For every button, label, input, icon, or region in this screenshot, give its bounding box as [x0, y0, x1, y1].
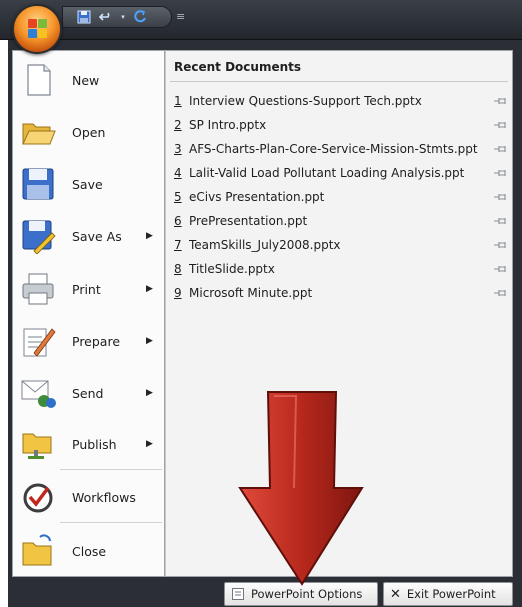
menu-item-open[interactable]: Open: [14, 108, 162, 156]
recent-document-number: 2: [174, 118, 182, 132]
recent-document-item[interactable]: 7 TeamSkills_July2008.pptx: [174, 234, 508, 256]
recent-document-number: 7: [174, 238, 182, 252]
prepare-icon: [23, 328, 56, 357]
recent-document-name: Lalit-Valid Load Pollutant Loading Analy…: [189, 166, 465, 180]
undo-dropdown-icon[interactable]: ▾: [119, 9, 127, 25]
options-label: PowerPoint Options: [251, 587, 363, 601]
recent-document-name: PrePresentation.ppt: [189, 214, 308, 228]
recent-document-item[interactable]: 8 TitleSlide.pptx: [174, 258, 508, 280]
menu-item-label: Workflows: [72, 489, 136, 505]
recent-document-number: 1: [174, 94, 182, 108]
save-icon[interactable]: [75, 9, 93, 25]
recent-document-number: 6: [174, 214, 182, 228]
recent-document-number: 9: [174, 286, 182, 300]
recent-document-name: AFS-Charts-Plan-Core-Service-Mission-Stm…: [189, 142, 478, 156]
menu-item-label: Send: [72, 385, 104, 401]
pin-icon[interactable]: [486, 120, 508, 130]
printer-icon: [22, 273, 54, 305]
recent-document-item[interactable]: 6 PrePresentation.ppt: [174, 210, 508, 232]
red-down-arrow-icon: [238, 391, 364, 586]
close-icon: ✕: [390, 586, 401, 602]
recent-document-item[interactable]: 4 Lalit-Valid Load Pollutant Loading Ana…: [174, 162, 508, 184]
recent-document-name: TitleSlide.pptx: [189, 262, 275, 276]
recent-document-name: eCivs Presentation.ppt: [189, 190, 325, 204]
submenu-arrow-icon: ▶: [146, 439, 153, 449]
new-document-icon: [27, 64, 51, 96]
recent-document-number: 5: [174, 190, 182, 204]
menu-item-save-as[interactable]: Save As ▶: [14, 212, 162, 260]
send-icon: [21, 380, 56, 408]
submenu-arrow-icon: ▶: [146, 231, 153, 241]
recent-document-item[interactable]: 1 Interview Questions-Support Tech.pptx: [174, 90, 508, 112]
menu-item-close[interactable]: Close: [14, 527, 162, 575]
pin-icon[interactable]: [486, 96, 508, 106]
quick-access-toolbar: ▾: [62, 6, 172, 28]
close-folder-icon: [22, 534, 52, 566]
recent-document-item[interactable]: 3 AFS-Charts-Plan-Core-Service-Mission-S…: [174, 138, 508, 160]
undo-icon[interactable]: [97, 9, 115, 25]
save-disk-icon: [22, 168, 54, 200]
menu-item-label: Publish: [72, 436, 117, 452]
recent-document-item[interactable]: 9 Microsoft Minute.ppt: [174, 282, 508, 304]
options-icon: [232, 588, 244, 600]
pin-icon[interactable]: [486, 168, 508, 178]
open-folder-icon: [22, 123, 56, 145]
pin-icon[interactable]: [486, 264, 508, 274]
recent-document-number: 4: [174, 166, 182, 180]
pin-icon[interactable]: [486, 240, 508, 250]
submenu-arrow-icon: ▶: [146, 388, 153, 398]
exit-label: Exit PowerPoint: [406, 587, 496, 601]
menu-item-workflows[interactable]: Workflows: [14, 473, 162, 521]
menu-item-publish[interactable]: Publish ▶: [14, 420, 162, 468]
menu-item-label: Print: [72, 281, 101, 297]
menu-item-label: Close: [72, 543, 107, 559]
menu-item-print[interactable]: Print ▶: [14, 265, 162, 313]
menu-item-label: Open: [72, 124, 106, 140]
pin-icon[interactable]: [486, 288, 508, 298]
redo-icon[interactable]: [131, 9, 149, 25]
recent-document-item[interactable]: 2 SP Intro.pptx: [174, 114, 508, 136]
submenu-arrow-icon: ▶: [146, 284, 153, 294]
publish-icon: [22, 433, 52, 459]
recent-document-item[interactable]: 5 eCivs Presentation.ppt: [174, 186, 508, 208]
menu-item-label: New: [72, 72, 100, 88]
menu-item-send[interactable]: Send ▶: [14, 369, 162, 417]
recent-documents-header: Recent Documents: [174, 60, 302, 74]
office-button[interactable]: [12, 4, 62, 54]
exit-powerpoint-button[interactable]: ✕ Exit PowerPoint: [383, 582, 513, 606]
menu-item-new[interactable]: New: [14, 56, 162, 104]
pin-icon[interactable]: [486, 216, 508, 226]
menu-separator: [60, 522, 162, 523]
customize-qat-icon[interactable]: ≡: [176, 10, 185, 23]
recent-document-name: Interview Questions-Support Tech.pptx: [189, 94, 422, 108]
recent-document-number: 3: [174, 142, 182, 156]
office-logo-icon: [28, 19, 48, 39]
recent-document-name: SP Intro.pptx: [189, 118, 267, 132]
recent-document-number: 8: [174, 262, 182, 276]
pin-icon[interactable]: [486, 144, 508, 154]
save-as-icon: [22, 220, 56, 254]
recent-document-name: Microsoft Minute.ppt: [189, 286, 313, 300]
header-divider: [170, 81, 508, 82]
menu-item-label: Save: [72, 176, 103, 192]
workflows-icon: [23, 483, 53, 513]
submenu-arrow-icon: ▶: [146, 336, 153, 346]
recent-document-name: TeamSkills_July2008.pptx: [189, 238, 341, 252]
menu-separator: [60, 469, 162, 470]
menu-item-save[interactable]: Save: [14, 160, 162, 208]
menu-item-label: Prepare: [72, 333, 121, 349]
menu-item-label: Save As: [72, 228, 122, 244]
menu-item-prepare[interactable]: Prepare ▶: [14, 317, 162, 365]
pin-icon[interactable]: [486, 192, 508, 202]
